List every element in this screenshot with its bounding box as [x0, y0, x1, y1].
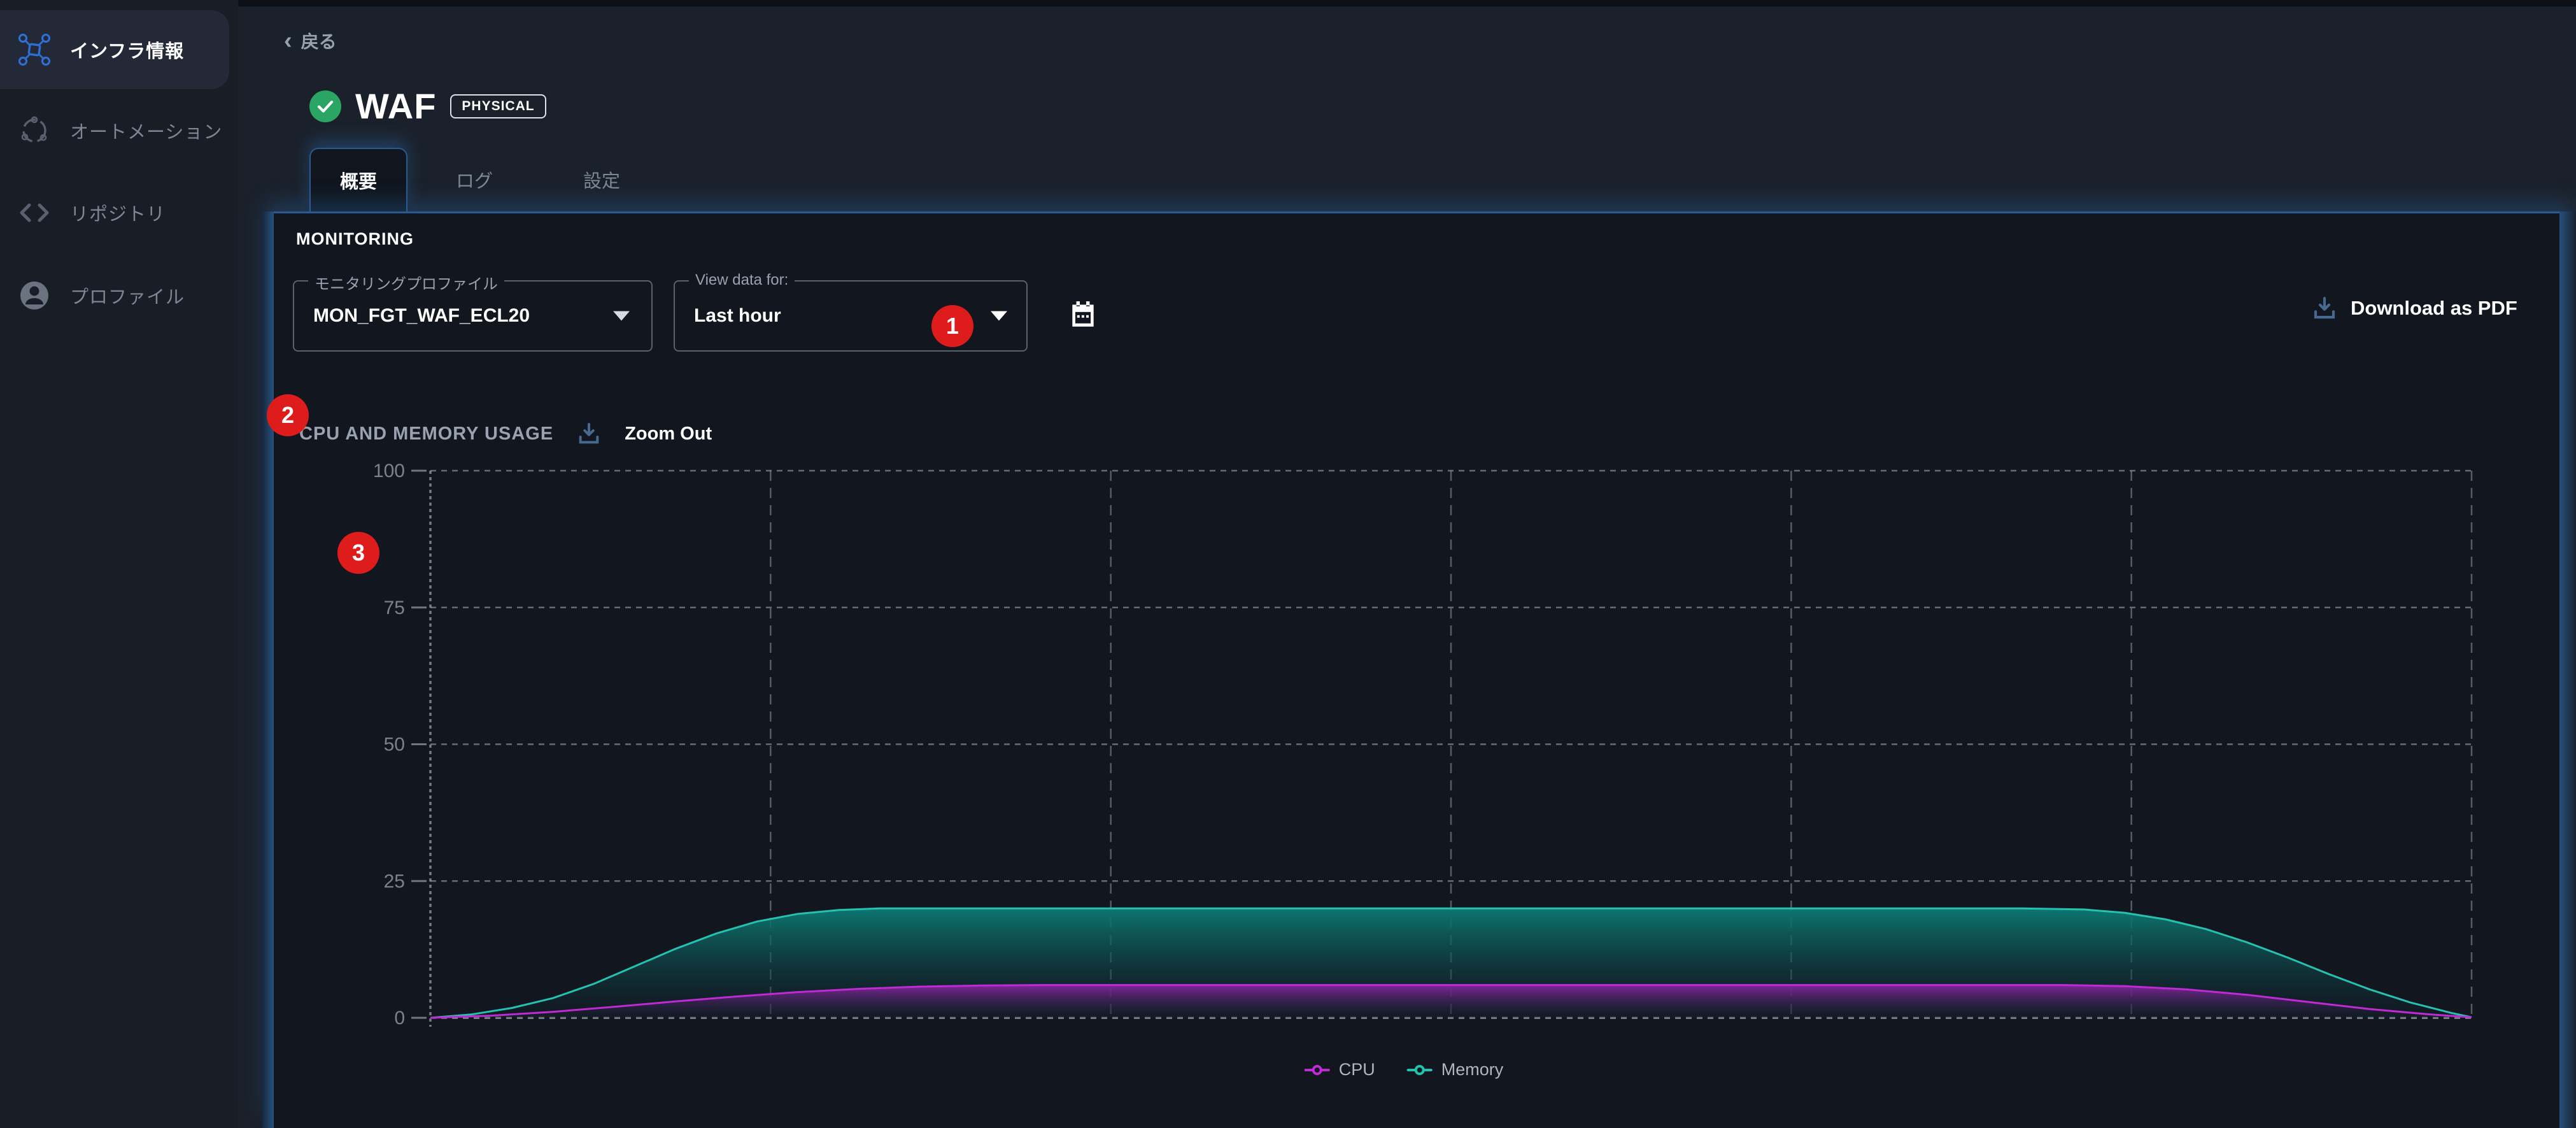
tab-overview[interactable]: 概要: [309, 148, 407, 211]
panel-left-border: [262, 211, 274, 1128]
download-icon: [2311, 294, 2338, 322]
calendar-icon[interactable]: [1067, 298, 1099, 334]
view-data-value: Last hour: [694, 305, 781, 327]
cpu-memory-chart[interactable]: 0 25 50 75 100: [357, 452, 2496, 1032]
sidebar-item-label: オートメーション: [70, 117, 222, 144]
chevron-down-icon: [991, 311, 1007, 321]
annotation-badge-1: 1: [931, 305, 973, 347]
monitoring-profile-select[interactable]: モニタリングプロファイル MON_FGT_WAF_ECL20: [293, 280, 653, 352]
legend-item-memory[interactable]: Memory: [1407, 1060, 1504, 1080]
sidebar-item-label: プロファイル: [70, 282, 185, 309]
monitoring-profile-value: MON_FGT_WAF_ECL20: [313, 305, 530, 327]
tab-settings[interactable]: 設定: [560, 148, 643, 211]
sidebar-item-label: リポジトリ: [70, 199, 166, 226]
top-strip: [0, 0, 2576, 6]
download-pdf-label: Download as PDF: [2351, 297, 2517, 320]
type-badge: PHYSICAL: [450, 94, 546, 118]
svg-text:75: 75: [384, 597, 405, 618]
sidebar-item-infra[interactable]: インフラ情報: [0, 10, 229, 89]
download-pdf-button[interactable]: Download as PDF: [2311, 294, 2517, 322]
monitoring-profile-label: モニタリングプロファイル: [308, 271, 504, 294]
legend-label: CPU: [1339, 1060, 1375, 1080]
view-data-label: View data for:: [689, 271, 795, 289]
back-label: 戻る: [301, 28, 337, 54]
tab-log[interactable]: ログ: [433, 148, 516, 211]
zoom-out-button[interactable]: Zoom Out: [625, 424, 712, 445]
sidebar-item-profile[interactable]: プロファイル: [0, 262, 229, 329]
status-check-icon: [309, 90, 341, 122]
panel-right-border: [2559, 211, 2576, 1128]
svg-text:0: 0: [394, 1008, 405, 1029]
view-data-range-select[interactable]: View data for: Last hour: [674, 280, 1028, 352]
legend-item-cpu[interactable]: CPU: [1305, 1060, 1375, 1080]
chart-title: CPU AND MEMORY USAGE: [299, 424, 553, 445]
legend-marker-icon: [1407, 1065, 1433, 1075]
sidebar-item-repository[interactable]: リポジトリ: [0, 180, 229, 246]
monitoring-section-title: MONITORING: [296, 229, 414, 249]
download-chart-icon[interactable]: [576, 420, 602, 447]
legend-label: Memory: [1441, 1060, 1504, 1080]
annotation-badge-2: 2: [267, 394, 309, 436]
sidebar-item-automation[interactable]: オートメーション: [0, 97, 229, 164]
automation-icon: [18, 114, 51, 147]
sidebar-item-label: インフラ情報: [70, 36, 184, 63]
chart-legend: CPU Memory: [1305, 1060, 1504, 1080]
annotation-badge-3: 3: [337, 532, 379, 574]
chevron-left-icon: ‹: [284, 32, 292, 50]
svg-text:25: 25: [384, 871, 405, 892]
network-icon: [18, 33, 51, 66]
sidebar: インフラ情報オートメーションリポジトリプロファイル: [0, 0, 238, 1128]
svg-text:50: 50: [384, 734, 405, 755]
chevron-down-icon: [613, 311, 630, 321]
chart-header: CPU AND MEMORY USAGE Zoom Out: [299, 420, 712, 447]
back-link[interactable]: ‹ 戻る: [284, 28, 337, 54]
user-icon: [18, 279, 51, 312]
svg-text:100: 100: [373, 460, 405, 482]
page-title: WAF: [355, 85, 436, 127]
title-row: WAF PHYSICAL: [309, 85, 546, 127]
legend-marker-icon: [1305, 1065, 1330, 1075]
code-icon: [18, 196, 51, 229]
